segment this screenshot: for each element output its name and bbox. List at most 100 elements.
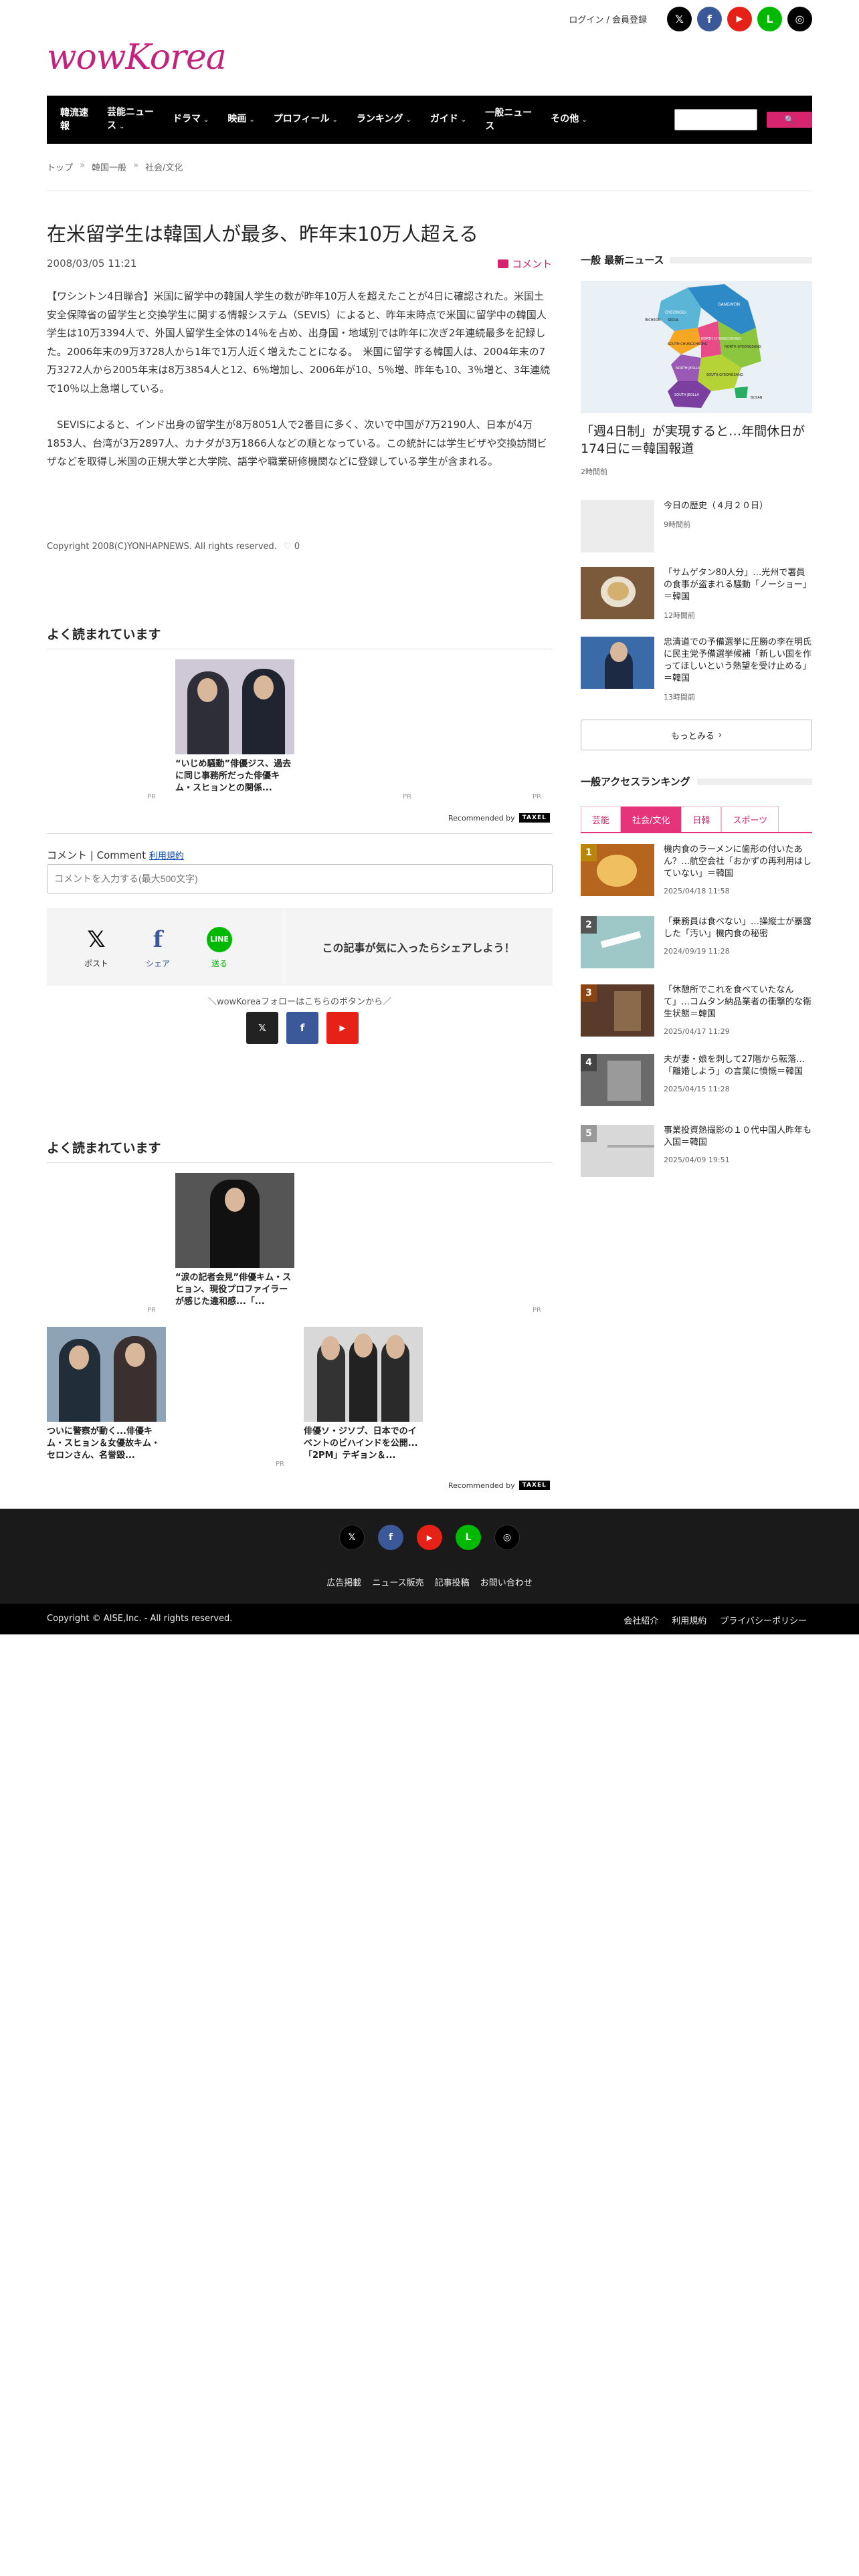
youtube-icon: ▶ — [339, 1023, 346, 1033]
rank-number: 4 — [581, 1054, 597, 1071]
card-title: “涙の記者会見”俳優キム・スヒョン、現役プロファイラーが感じた違和感...「..… — [175, 1273, 292, 1307]
recommended-card[interactable]: “いじめ騒動”俳優ジス、過去に同じ事務所だった俳優キム・スヒョンとの関係... — [175, 659, 294, 794]
chevron-down-icon: ⌄ — [405, 116, 411, 124]
pr-label: PR — [147, 1307, 156, 1314]
rank-number: 3 — [581, 984, 597, 1002]
comment-input[interactable] — [47, 864, 553, 893]
sidebar-ranking-title: 一般アクセスランキング — [581, 774, 812, 788]
map-label: SOUTH CHUNGCHEONG — [668, 342, 708, 346]
facebook-icon[interactable]: f — [697, 7, 722, 31]
line-icon[interactable]: L — [757, 7, 782, 31]
nav-item-movie[interactable]: 映画 ⌄ — [218, 112, 264, 127]
nav-search: 🔍 — [674, 109, 812, 130]
share-message: この記事が気に入ったらシェアしよう！ — [322, 942, 515, 954]
taxel-logo[interactable]: TAXEL — [518, 813, 550, 823]
site-logo[interactable]: wowKorea — [47, 37, 227, 78]
ranking-thumbnail: 1 — [581, 844, 654, 896]
youtube-follow-button[interactable]: ▶ — [326, 1012, 359, 1044]
nav-item-profile[interactable]: プロフィール ⌄ — [264, 112, 347, 127]
top-bar: ログイン / 会員登録 𝕏 f ▶ L ◎ — [569, 7, 812, 31]
footer-link-privacy[interactable]: プライバシーポリシー — [720, 1614, 807, 1626]
nav-item-ranking[interactable]: ランキング ⌄ — [347, 112, 421, 127]
heart-icon[interactable]: ♡ — [284, 542, 292, 552]
tabs-underline — [581, 832, 812, 833]
breadcrumb-separator: » — [80, 160, 85, 171]
footer-link-ads[interactable]: 広告掲載 — [326, 1576, 361, 1588]
breadcrumb-category[interactable]: 韓国一般 — [92, 160, 126, 173]
footer-link-submit[interactable]: 記事投稿 — [435, 1576, 470, 1588]
instagram-icon[interactable]: ◎ — [787, 7, 812, 31]
x-follow-button[interactable]: 𝕏 — [246, 1012, 278, 1044]
nav-item-kanryu[interactable]: 韓流速報 — [51, 106, 98, 133]
ranking-item[interactable]: 3 「休憩所でこれを食べていたなんて」…コムタン納品業者の衝撃的な衛生状態＝韓国… — [581, 984, 812, 1037]
tab-sports[interactable]: スポーツ — [721, 807, 779, 832]
map-label: GYEONGGI — [665, 310, 687, 315]
chevron-down-icon: ⌄ — [581, 116, 587, 124]
nav-item-geino[interactable]: 芸能ニュース ⌄ — [98, 106, 163, 134]
x-icon[interactable]: 𝕏 — [339, 1525, 365, 1550]
facebook-follow-button[interactable]: f — [286, 1012, 318, 1044]
terms-link[interactable]: 利用規約 — [149, 851, 184, 861]
breadcrumb-subcategory[interactable]: 社会/文化 — [145, 160, 183, 173]
youtube-icon[interactable]: ▶ — [727, 7, 752, 31]
youtube-icon[interactable]: ▶ — [417, 1525, 442, 1550]
ranking-item[interactable]: 2 「乗務員は食べない」…操縦士が暴露した「汚い」機内食の秘密 2024/09/1… — [581, 916, 812, 968]
pr-label: PR — [533, 1307, 541, 1314]
nav-item-drama[interactable]: ドラマ ⌄ — [163, 112, 218, 127]
footer-link-contact[interactable]: お問い合わせ — [480, 1576, 533, 1588]
search-input[interactable] — [674, 109, 757, 130]
article-paragraph: 【ワシントン4日聯合】米国に留学中の韓国人学生の数が昨年10万人を超えたことが4… — [47, 290, 551, 395]
taxel-logo[interactable]: TAXEL — [518, 1481, 550, 1490]
login-link[interactable]: ログイン / 会員登録 — [569, 13, 647, 25]
more-button[interactable]: もっとみる › — [581, 720, 812, 750]
line-icon: LINE — [207, 926, 232, 954]
instagram-icon[interactable]: ◎ — [494, 1525, 520, 1550]
map-label: SEOUL — [668, 318, 679, 322]
footer-link-terms[interactable]: 利用規約 — [672, 1614, 706, 1626]
nav-item-guide[interactable]: ガイド ⌄ — [421, 112, 476, 127]
news-thumbnail — [581, 500, 654, 552]
recommended-card[interactable]: 俳優ソ・ジソブ、日本でのイベントのビハインドを公開...「2PM」テギョン＆..… — [304, 1327, 423, 1462]
comment-link[interactable]: コメント — [498, 257, 552, 271]
ranking-item[interactable]: 4 夫が妻・娘を刺して27階から転落…「離婚しよう」の言葉に憤慨＝韓国 2025/… — [581, 1054, 812, 1106]
footer-link-company[interactable]: 会社紹介 — [624, 1614, 658, 1626]
footer-link-news-sales[interactable]: ニュース販売 — [372, 1576, 423, 1588]
map-label: SOUTH JEOLLA — [674, 393, 699, 397]
tab-society[interactable]: 社会/文化 — [621, 807, 682, 832]
chevron-down-icon: ⌄ — [460, 116, 467, 124]
main-nav: 韓流速報 芸能ニュース ⌄ ドラマ ⌄ 映画 ⌄ プロフィール ⌄ ランキング ⌄ ガイド… — [47, 96, 812, 144]
share-box: 𝕏 ポスト f シェア LINE 送る この記事が気に入ったらシェアしよう！ — [47, 908, 553, 986]
rank-number: 2 — [581, 916, 597, 934]
x-icon[interactable]: 𝕏 — [667, 7, 692, 31]
ranking-item[interactable]: 1 機内食のラーメンに歯形の付いたあん？…航空会社「おかずの再利用はしていない」… — [581, 844, 812, 896]
search-button[interactable]: 🔍 — [767, 112, 812, 128]
follow-text: ＼wowKoreaフォローはこちらのボタンから／ — [207, 997, 392, 1007]
line-icon[interactable]: L — [456, 1525, 481, 1550]
nav-item-general[interactable]: 一般ニュース — [476, 106, 541, 133]
recommended-card[interactable]: “涙の記者会見”俳優キム・スヒョン、現役プロファイラーが感じた違和感...「..… — [175, 1173, 294, 1308]
breadcrumb-top[interactable]: トップ — [47, 160, 73, 173]
nav-item-other[interactable]: その他 ⌄ — [541, 112, 596, 127]
news-map-image[interactable]: GANGWON GYEONGGI SEOUL INCHEON NORTH CHU… — [581, 281, 812, 413]
article-paragraph: SEVISによると、インド出身の留学生が8万8051人で2番目に多く、次いで中国… — [47, 419, 547, 467]
article-date: 2008/03/05 11:21 — [47, 257, 137, 270]
post-share-button[interactable]: 𝕏 ポスト — [66, 926, 127, 969]
sidebar-news-item[interactable]: 忠清道での予備選挙に圧勝の李在明氏に民主党予備選挙候補「新しい国を作ってほしいと… — [581, 637, 812, 702]
sidebar-lead-title[interactable]: 「週4日制」が実現すると…年間休日が174日に＝韓国報道 — [581, 423, 812, 457]
map-label: INCHEON — [645, 318, 661, 322]
sidebar-news-item[interactable]: 「サムゲタン80人分」…光州で署員の食事が盗まれる騒動「ノーショー」＝韓国 12時… — [581, 567, 812, 621]
tab-entertainment[interactable]: 芸能 — [581, 807, 622, 832]
ranking-item[interactable]: 5 事業投資熱撮影の１０代中国人昨年も入国＝韓国 2025/04/09 19:51 — [581, 1125, 812, 1177]
page: ログイン / 会員登録 𝕏 f ▶ L ◎ wowKorea 韓流速報 芸能ニュ… — [0, 0, 859, 2576]
facebook-icon: f — [153, 926, 163, 953]
sidebar-news-item[interactable]: 今日の歴史（４月２０日） 9時間前 — [581, 500, 812, 552]
x-icon: 𝕏 — [87, 926, 106, 953]
sidebar-news-title: 一般 最新ニュース — [581, 253, 812, 267]
line-share-button[interactable]: LINE 送る — [189, 926, 250, 969]
footer-copyright: Copyright © AISE,Inc. - All rights reser… — [47, 1614, 233, 1624]
tab-japan-korea[interactable]: 日韓 — [681, 807, 722, 832]
article-title: 在米留学生は韓国人が最多、昨年末10万人超える — [47, 223, 479, 245]
recommended-card[interactable]: ついに警察が動く...俳優キム・スヒョン＆女優故キム・セロンさん、名誉毀... — [47, 1327, 166, 1462]
facebook-icon[interactable]: f — [378, 1525, 403, 1550]
facebook-share-button[interactable]: f シェア — [127, 926, 189, 969]
